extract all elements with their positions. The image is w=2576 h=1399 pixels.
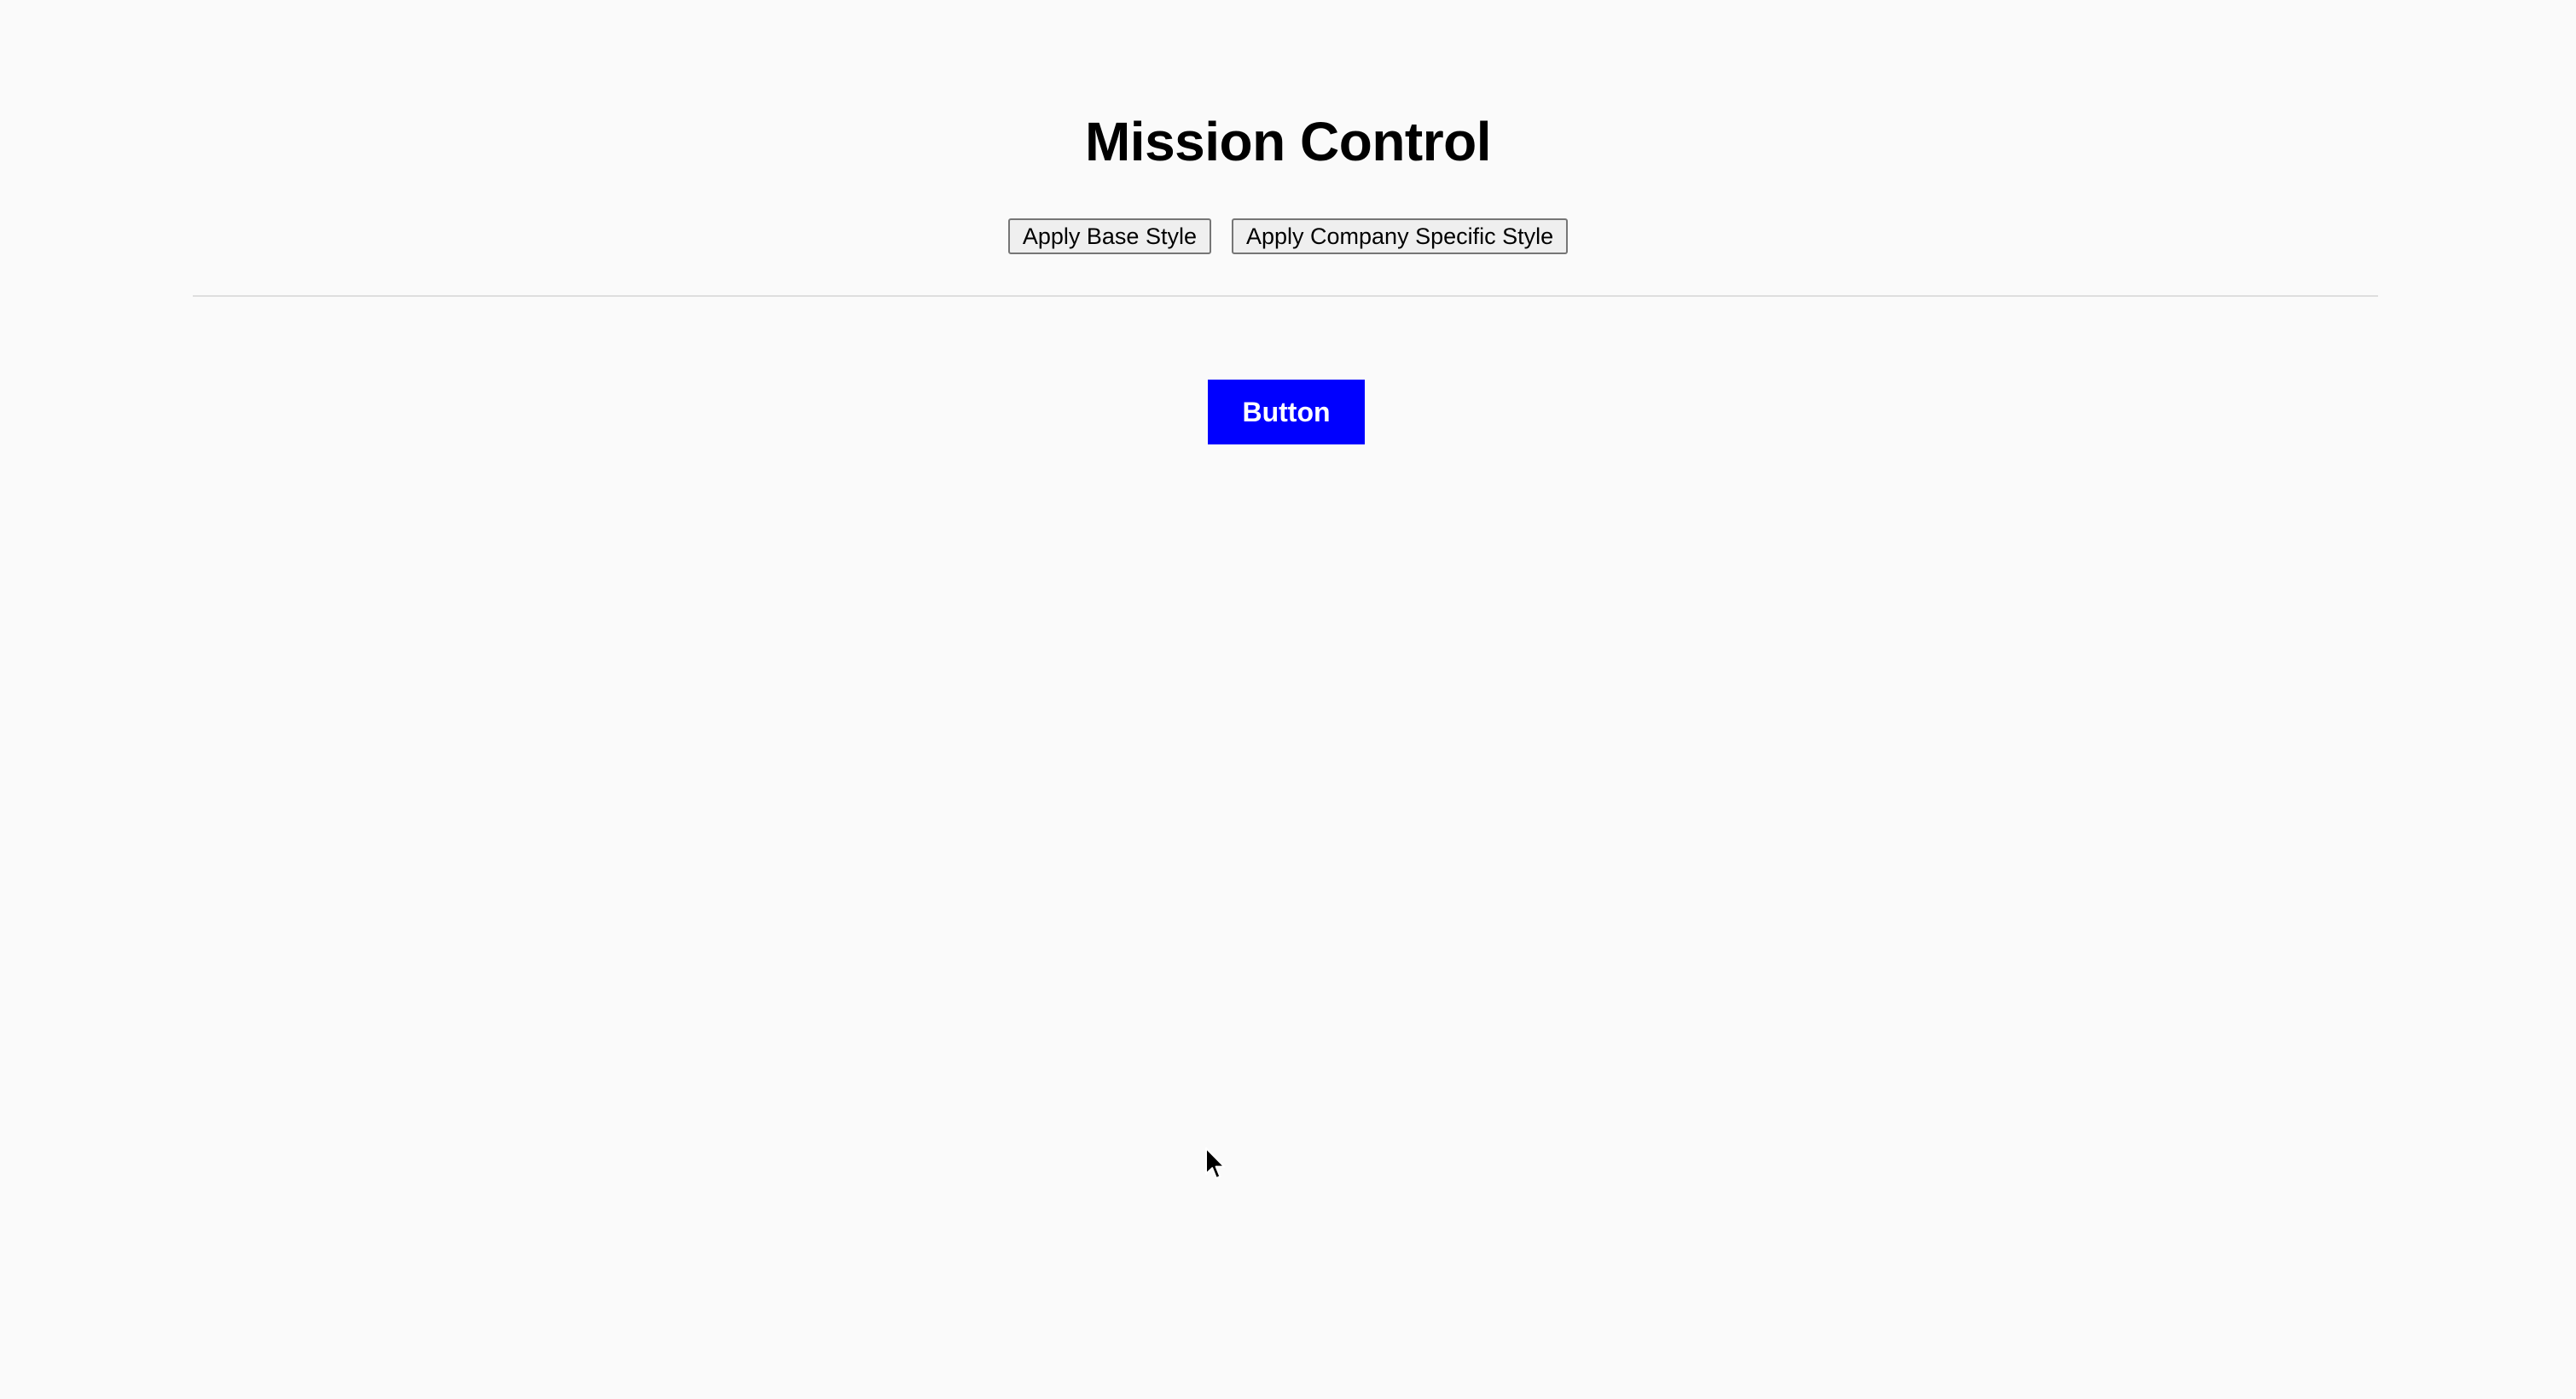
divider bbox=[193, 295, 2378, 297]
page-title: Mission Control bbox=[1084, 111, 1492, 172]
mouse-pointer-icon bbox=[1205, 1147, 1226, 1180]
styled-demo-button[interactable]: Button bbox=[1208, 380, 1365, 444]
apply-company-style-button[interactable]: Apply Company Specific Style bbox=[1231, 218, 1569, 254]
apply-base-style-button[interactable]: Apply Base Style bbox=[1007, 218, 1211, 254]
style-controls: Apply Base Style Apply Company Specific … bbox=[0, 218, 2576, 254]
